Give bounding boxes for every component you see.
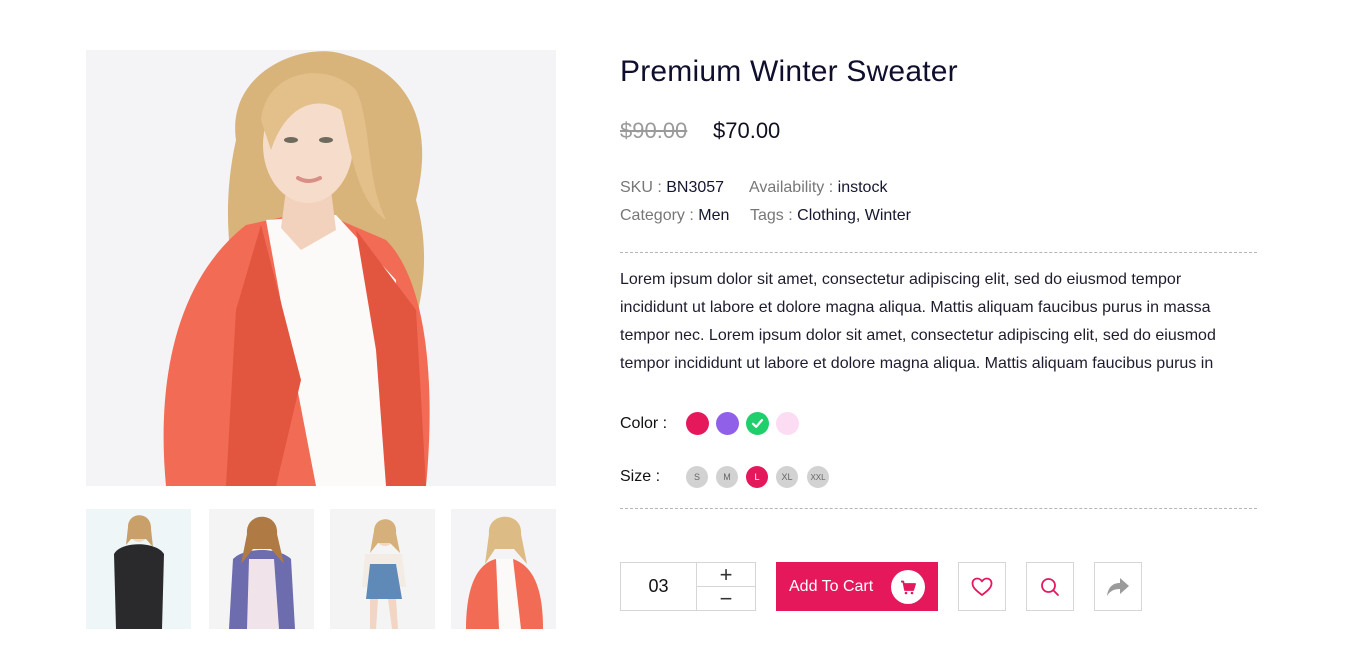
current-price: $70.00 xyxy=(713,118,781,143)
share-button[interactable] xyxy=(1094,562,1142,611)
quick-view-button[interactable] xyxy=(1026,562,1074,611)
availability-info: Availability : instock xyxy=(749,179,887,197)
color-swatch-green[interactable] xyxy=(746,412,769,435)
size-option-xl[interactable]: XL xyxy=(776,466,798,488)
color-swatch-pink[interactable] xyxy=(686,412,709,435)
search-icon xyxy=(1041,577,1059,596)
divider-bottom xyxy=(620,508,1257,509)
availability-value: instock xyxy=(837,179,888,196)
category-link[interactable]: Men xyxy=(698,207,729,224)
sku-label: SKU : xyxy=(620,179,667,196)
quantity-decrease-button[interactable]: − xyxy=(697,587,755,610)
main-product-image[interactable] xyxy=(86,50,556,486)
tags-info: Tags : Clothing, Winter xyxy=(750,207,911,225)
share-icon xyxy=(1107,577,1129,596)
divider-top xyxy=(620,252,1257,253)
color-swatch-purple[interactable] xyxy=(716,412,739,435)
size-option-m[interactable]: M xyxy=(716,466,738,488)
check-icon xyxy=(751,418,764,428)
tags-label: Tags : xyxy=(750,207,798,224)
size-option-s[interactable]: S xyxy=(686,466,708,488)
thumbnail-2[interactable] xyxy=(209,509,314,629)
category-info: Category : Men xyxy=(620,207,729,225)
size-option-xxl[interactable]: XXL xyxy=(807,466,829,488)
add-to-cart-label: Add To Cart xyxy=(789,577,874,595)
size-option-l[interactable]: L xyxy=(746,466,768,488)
color-label: Color : xyxy=(620,415,668,432)
cart-icon xyxy=(891,570,925,604)
quantity-increase-button[interactable]: + xyxy=(697,563,755,587)
sku-info: SKU : BN3057 xyxy=(620,179,724,197)
product-description: Lorem ipsum dolor sit amet, consectetur … xyxy=(620,271,1216,372)
quantity-stepper: 03 + − xyxy=(620,562,756,611)
category-label: Category : xyxy=(620,207,699,224)
thumbnail-3[interactable] xyxy=(330,509,435,629)
quantity-input[interactable]: 03 xyxy=(621,563,697,610)
tags-links[interactable]: Clothing, Winter xyxy=(797,207,911,224)
thumbnail-4[interactable] xyxy=(451,509,556,629)
product-title: Premium Winter Sweater xyxy=(620,55,958,88)
size-label: Size : xyxy=(620,468,661,485)
wishlist-button[interactable] xyxy=(958,562,1006,611)
color-swatch-light-pink[interactable] xyxy=(776,412,799,435)
add-to-cart-button[interactable]: Add To Cart xyxy=(776,562,938,611)
old-price: $90.00 xyxy=(620,118,688,143)
availability-label: Availability : xyxy=(749,179,838,196)
heart-icon xyxy=(971,577,993,596)
thumbnail-1[interactable] xyxy=(86,509,191,629)
sku-value: BN3057 xyxy=(666,179,725,196)
